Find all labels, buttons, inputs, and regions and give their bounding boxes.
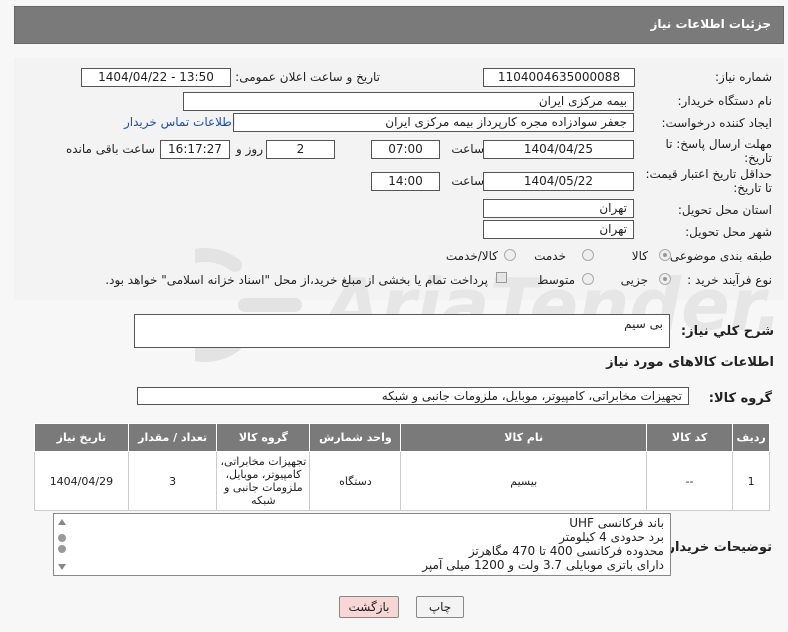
table-row: 1404/04/29 3 تجهیزات مخابراتی، کامپیوتر،… <box>34 451 770 511</box>
province-field[interactable]: تهران <box>483 199 634 218</box>
process-minor-label: جزیی <box>620 273 648 287</box>
process-medium-radio[interactable] <box>582 273 594 285</box>
city-field[interactable]: تهران <box>483 220 634 239</box>
notes-line: باند فرکانسی UHF <box>569 516 664 530</box>
cell-row-number: 1 <box>732 451 770 511</box>
need-number-field[interactable]: 1104004635000088 <box>483 68 635 87</box>
col-unit: واحد شمارش <box>309 423 402 452</box>
category-label: طبقه بندی موضوعی: <box>665 249 772 263</box>
col-goods-code: کد کالا <box>645 423 734 452</box>
notes-line: دارای باتری موبایلی 3.7 ولت و 1200 میلی … <box>422 558 664 572</box>
page-title: جزئیات اطلاعات نیاز <box>650 17 771 31</box>
col-goods-group: گروه کالا <box>216 423 311 452</box>
treasury-payment-note: پرداخت تمام یا بخشی از مبلغ خرید،از محل … <box>105 273 488 287</box>
validity-time-label: ساعت <box>451 174 484 188</box>
contact-info-link[interactable]: اطلاعات تماس خریدار <box>124 115 235 129</box>
deadline-time-field[interactable]: 07:00 <box>371 140 440 159</box>
remaining-time-field[interactable]: 16:17:27 <box>160 140 230 159</box>
goods-group-field[interactable]: تجهیزات مخابراتی، کامپیوتر، موبایل، ملزو… <box>137 387 689 405</box>
col-row-number: ردیف <box>732 423 770 452</box>
validity-date-field[interactable]: 1404/05/22 <box>483 172 634 191</box>
notes-line: محدوده فرکانسی 400 تا 470 مگاهرتز <box>468 544 664 558</box>
cell-goods-code: -- <box>645 451 734 511</box>
scroll-thumb <box>58 534 66 542</box>
announce-label: تاریخ و ساعت اعلان عمومی: <box>235 70 380 84</box>
buyer-notes-textarea[interactable]: باند فرکانسی UHF برد حدودی 4 کیلومتر محد… <box>53 513 671 576</box>
cell-quantity: 3 <box>127 451 218 511</box>
notes-line: برد حدودی 4 کیلومتر <box>559 530 664 544</box>
goods-section-title: اطلاعات کالاهای مورد نیاز <box>606 355 774 370</box>
back-button[interactable]: بازگشت <box>339 596 399 618</box>
cell-need-date: 1404/04/29 <box>34 451 129 511</box>
validity-time-field[interactable]: 14:00 <box>371 172 440 191</box>
announce-datetime-field[interactable]: 1404/04/22 - 13:50 <box>81 68 231 87</box>
category-service-label: خدمت <box>534 249 566 263</box>
requester-field[interactable]: جعفر سوادزاده مجره کارپرداز بیمه مرکزی ا… <box>233 113 634 132</box>
items-table: تاریخ نیاز تعداد / مقدار گروه کالا واحد … <box>34 423 770 511</box>
buyer-org-label: نام دستگاه خریدار: <box>677 94 773 108</box>
deadline-date-field[interactable]: 1404/04/25 <box>483 140 634 159</box>
buyer-notes-label: توضیحات خریدار: <box>662 540 772 555</box>
category-goods-radio[interactable] <box>659 249 671 261</box>
category-goods-service-label: کالا/خدمت <box>445 249 498 263</box>
process-type-label: نوع فرآیند خرید : <box>687 273 772 287</box>
deadline-label-2: تاریخ: <box>744 151 772 165</box>
category-service-radio[interactable] <box>582 249 594 261</box>
scroll-up-icon <box>58 519 66 525</box>
col-quantity: تعداد / مقدار <box>127 423 218 452</box>
deadline-time-label: ساعت <box>451 142 484 156</box>
table-header-row: تاریخ نیاز تعداد / مقدار گروه کالا واحد … <box>34 423 770 452</box>
summary-label: شرح کلي نياز: <box>680 324 774 339</box>
deadline-label: مهلت ارسال پاسخ: تا <box>665 137 772 151</box>
col-goods-name: نام کالا <box>400 423 647 452</box>
treasury-payment-checkbox[interactable] <box>496 272 507 283</box>
print-button[interactable]: چاپ <box>416 596 464 618</box>
col-need-date: تاریخ نیاز <box>34 423 129 452</box>
remaining-time-label: ساعت باقی مانده <box>65 142 155 156</box>
process-medium-label: متوسط <box>537 273 575 287</box>
days-label: روز و <box>236 142 263 156</box>
process-minor-radio[interactable] <box>659 273 671 285</box>
cell-goods-name: بیسیم <box>400 451 647 511</box>
validity-label: حداقل تاریخ اعتبار قیمت: <box>645 167 772 181</box>
page-frame: جزئیات اطلاعات نیاز AriaTender.neT شماره… <box>0 0 788 632</box>
buyer-org-field[interactable]: بیمه مرکزی ایران <box>183 92 634 111</box>
goods-group-label: گروه کالا: <box>708 391 772 406</box>
category-goods-label: کالا <box>631 249 648 263</box>
category-goods-service-radio[interactable] <box>504 249 516 261</box>
province-label: استان محل تحویل: <box>677 203 772 217</box>
requester-label: ایجاد کننده درخواست: <box>661 116 772 130</box>
summary-textarea[interactable]: بی سیم <box>134 314 670 348</box>
days-remaining-field[interactable]: 2 <box>266 140 335 159</box>
page-header: جزئیات اطلاعات نیاز <box>14 6 784 44</box>
notes-scrollbar[interactable] <box>56 516 68 574</box>
scroll-down-icon <box>58 564 66 570</box>
cell-unit: دستگاه <box>309 451 402 511</box>
validity-label-2: تا تاریخ: <box>733 181 772 195</box>
city-label: شهر محل تحویل: <box>685 225 772 239</box>
need-number-label: شماره نیاز: <box>715 70 772 84</box>
cell-goods-group: تجهیزات مخابراتی، کامپیوتر، موبایل، ملزو… <box>216 451 311 511</box>
